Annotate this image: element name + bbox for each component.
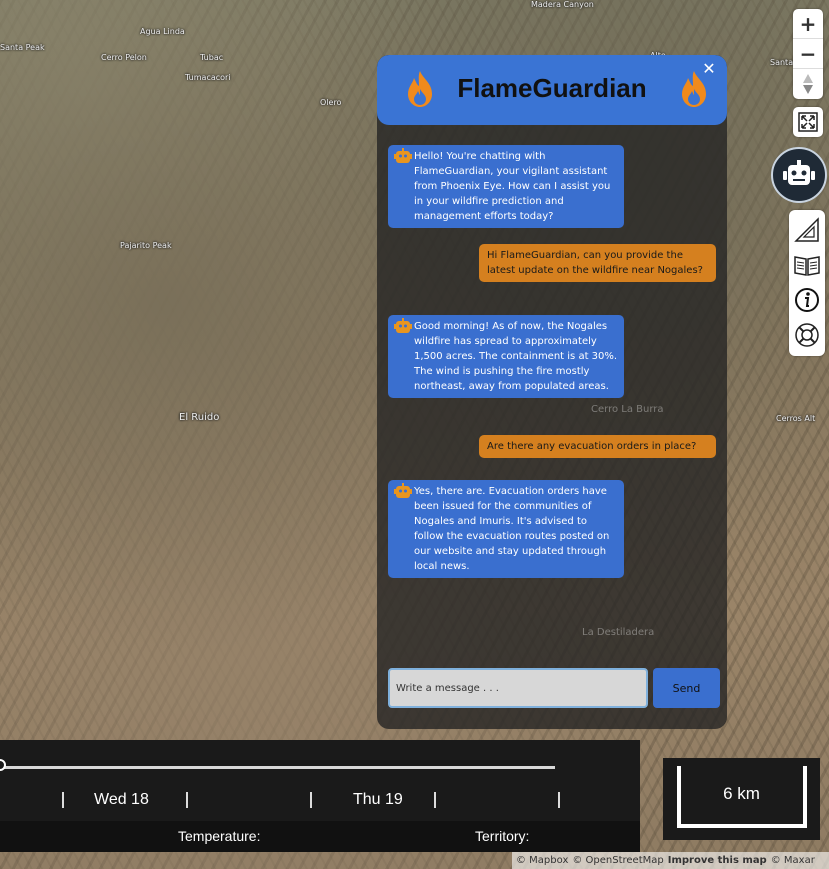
- bot-avatar-icon: [394, 148, 412, 163]
- message-input[interactable]: [388, 668, 648, 708]
- attribution-osm-link[interactable]: © OpenStreetMap: [572, 855, 663, 866]
- open-book-icon: [794, 256, 820, 276]
- place-label: Cerro Pelon: [101, 53, 147, 62]
- robot-icon: [783, 160, 815, 185]
- map-scale: 6 km: [663, 758, 820, 840]
- timeline-tick: [62, 792, 64, 808]
- tool-panel: [789, 210, 825, 356]
- user-message: Hi FlameGuardian, can you provide the la…: [479, 244, 716, 282]
- guide-button[interactable]: [792, 250, 822, 280]
- place-label: Tumacacori: [185, 73, 231, 82]
- place-label: La Destiladera: [582, 627, 655, 638]
- compass-button[interactable]: [793, 69, 823, 99]
- message-text: Hello! You're chatting with FlameGuardia…: [414, 151, 611, 222]
- map-attribution: © Mapbox © OpenStreetMap Improve this ma…: [512, 852, 829, 869]
- place-label: Madera Canyon: [531, 0, 594, 9]
- timeline-day-label: Wed 18: [94, 791, 149, 808]
- zoom-in-button[interactable]: +: [793, 9, 823, 39]
- info-button[interactable]: [792, 285, 822, 315]
- scale-label: 6 km: [723, 784, 760, 803]
- place-label: Tubac: [200, 53, 224, 62]
- timeline-slider-track[interactable]: [0, 766, 555, 769]
- timeline-panel: Wed 18 Thu 19 Temperature: Territory:: [0, 740, 640, 852]
- message-text: Are there any evacuation orders in place…: [487, 441, 697, 452]
- chat-header: FlameGuardian ✕: [377, 55, 727, 125]
- bot-avatar-icon: [394, 483, 412, 498]
- place-label: Pajarito Peak: [120, 241, 172, 250]
- timeline-day-label: Thu 19: [353, 791, 403, 808]
- timeline-tick: [186, 792, 188, 808]
- help-button[interactable]: [792, 320, 822, 350]
- place-label: Santa: [770, 58, 794, 67]
- bot-message: Yes, there are. Evacuation orders have b…: [388, 480, 624, 578]
- chat-panel: Cerro La Burra La Destiladera FlameGuard…: [377, 55, 727, 729]
- message-text: Good morning! As of now, the Nogales wil…: [414, 321, 618, 392]
- timeline-slider-handle[interactable]: [0, 759, 6, 771]
- bot-message: Good morning! As of now, the Nogales wil…: [388, 315, 624, 398]
- place-label: Santa Peak: [0, 43, 45, 52]
- temperature-label: Temperature:: [178, 828, 261, 844]
- measure-tool-button[interactable]: [792, 215, 822, 245]
- place-label: Cerro La Burra: [591, 404, 664, 415]
- user-message: Are there any evacuation orders in place…: [479, 435, 716, 458]
- send-button[interactable]: Send: [653, 668, 720, 708]
- bot-message: Hello! You're chatting with FlameGuardia…: [388, 145, 624, 228]
- timeline-tick: [310, 792, 312, 808]
- timeline-info-bar: Temperature: Territory:: [0, 821, 640, 852]
- bot-avatar-icon: [394, 318, 412, 333]
- close-icon[interactable]: ✕: [699, 59, 719, 79]
- place-label: El Ruido: [179, 412, 220, 423]
- place-label: Olero: [320, 98, 342, 107]
- chatbot-toggle-button[interactable]: [771, 147, 827, 203]
- timeline-tick: [558, 792, 560, 808]
- place-label: Agua Linda: [140, 27, 185, 36]
- compass-icon: [803, 74, 813, 94]
- improve-map-link[interactable]: Improve this map: [668, 855, 767, 866]
- message-text: Hi FlameGuardian, can you provide the la…: [487, 250, 703, 276]
- place-label: Cerros Alt: [776, 414, 816, 423]
- ruler-triangle-icon: [794, 217, 819, 242]
- lifebuoy-icon: [795, 323, 819, 347]
- zoom-out-button[interactable]: −: [793, 39, 823, 69]
- chat-title: FlameGuardian: [457, 73, 647, 103]
- attribution-mapbox-link[interactable]: © Mapbox: [516, 855, 568, 866]
- timeline-tick: [434, 792, 436, 808]
- info-icon: [795, 288, 819, 312]
- zoom-controls: + −: [793, 9, 823, 99]
- fullscreen-icon: [798, 112, 818, 132]
- message-text: Yes, there are. Evacuation orders have b…: [414, 486, 610, 572]
- fullscreen-button[interactable]: [793, 107, 823, 137]
- attribution-maxar-link[interactable]: © Maxar: [771, 855, 815, 866]
- territory-label: Territory:: [475, 828, 530, 844]
